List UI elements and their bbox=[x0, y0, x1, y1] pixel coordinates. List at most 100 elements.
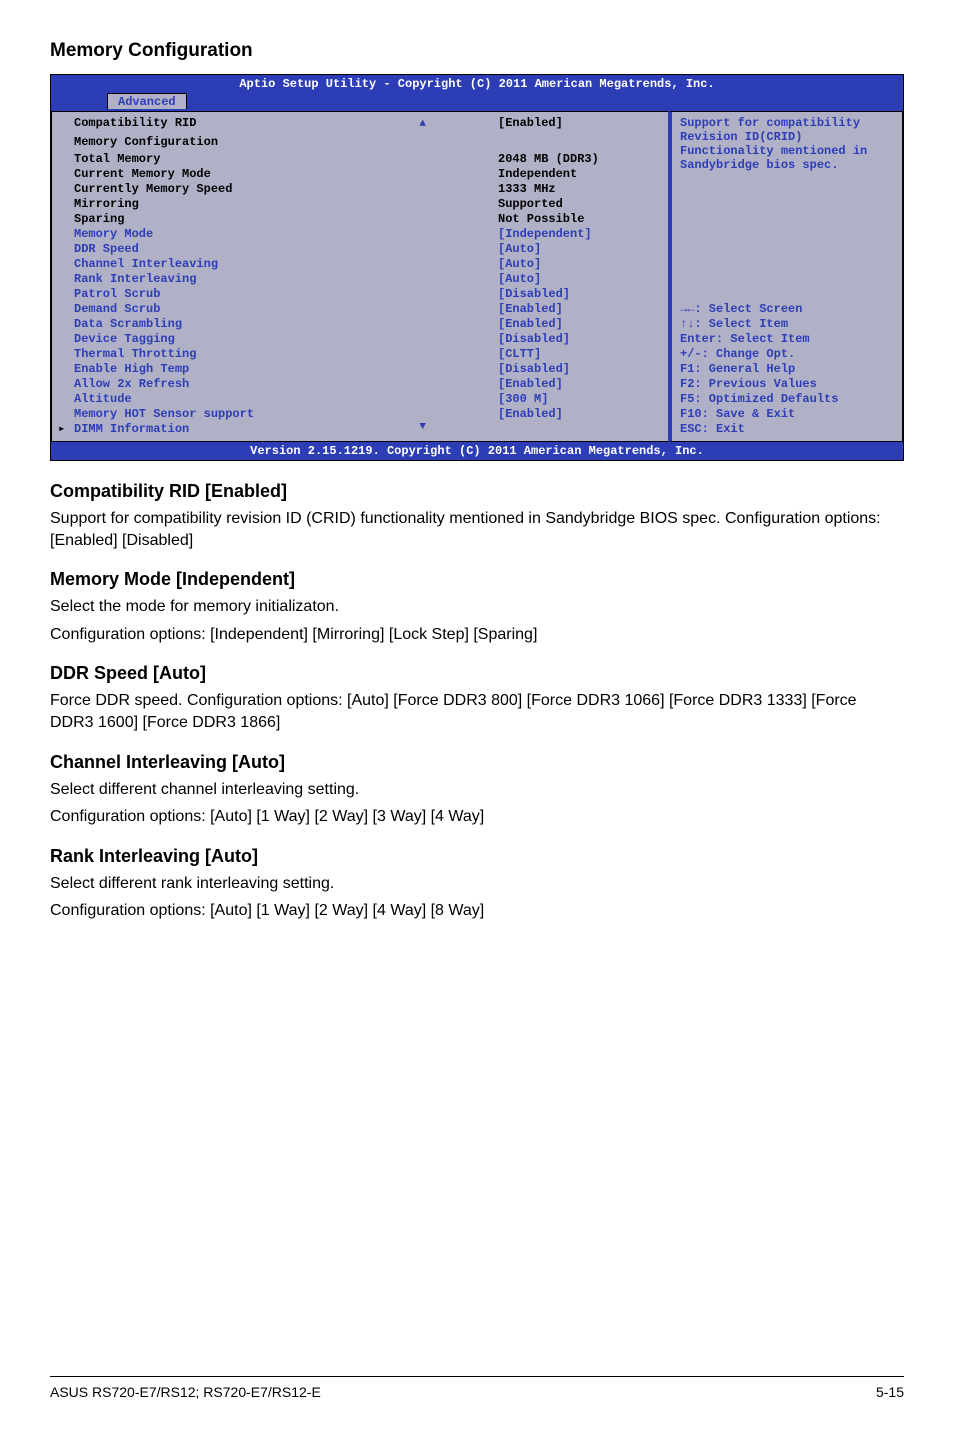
key-exit: ESC: Exit bbox=[680, 422, 894, 437]
bios-value: [CLTT] bbox=[498, 347, 658, 362]
bios-label: DIMM Information bbox=[74, 422, 498, 437]
bios-label: Compatibility RID bbox=[74, 116, 498, 131]
heading-ddr-speed: DDR Speed [Auto] bbox=[50, 663, 904, 684]
bios-value: [Enabled] bbox=[498, 377, 658, 392]
text-rank-b: Configuration options: [Auto] [1 Way] [2… bbox=[50, 900, 904, 922]
bios-keys: →←: Select Screen ↑↓: Select Item Enter:… bbox=[680, 302, 894, 437]
scroll-down-icon[interactable]: ▼ bbox=[419, 421, 426, 433]
bios-row-rank-interleaving[interactable]: Rank Interleaving[Auto] bbox=[74, 272, 658, 287]
bios-footer: Version 2.15.1219. Copyright (C) 2011 Am… bbox=[51, 442, 903, 460]
bios-row-dimm-information[interactable]: DIMM Information bbox=[74, 422, 658, 437]
text-channel-b: Configuration options: [Auto] [1 Way] [2… bbox=[50, 806, 904, 828]
bios-header: Aptio Setup Utility - Copyright (C) 2011… bbox=[51, 75, 903, 111]
bios-row-compatibility-rid: Compatibility RID[Enabled] bbox=[74, 116, 658, 131]
key-save: F10: Save & Exit bbox=[680, 407, 894, 422]
bios-row-currently-memory-speed: Currently Memory Speed1333 MHz bbox=[74, 182, 658, 197]
scroll-up-icon[interactable]: ▲ bbox=[419, 118, 426, 130]
page-heading: Memory Configuration bbox=[50, 40, 904, 62]
text-ddr-speed: Force DDR speed. Configuration options: … bbox=[50, 690, 904, 733]
bios-row-mirroring: MirroringSupported bbox=[74, 197, 658, 212]
footer-left: ASUS RS720-E7/RS12; RS720-E7/RS12-E bbox=[50, 1384, 321, 1400]
page-footer: ASUS RS720-E7/RS12; RS720-E7/RS12-E 5-15 bbox=[50, 1376, 904, 1400]
text-memory-mode-b: Configuration options: [Independent] [Mi… bbox=[50, 624, 904, 646]
bios-value: 2048 MB (DDR3) bbox=[498, 152, 658, 167]
bios-value: [Independent] bbox=[498, 227, 658, 242]
text-memory-mode-a: Select the mode for memory initializaton… bbox=[50, 596, 904, 618]
bios-row-device-tagging[interactable]: Device Tagging[Disabled] bbox=[74, 332, 658, 347]
bios-value: [Auto] bbox=[498, 242, 658, 257]
bios-label: Total Memory bbox=[74, 152, 498, 167]
bios-row-channel-interleaving[interactable]: Channel Interleaving[Auto] bbox=[74, 257, 658, 272]
bios-row-memory-configuration: Memory Configuration bbox=[74, 131, 658, 152]
heading-rank-interleaving: Rank Interleaving [Auto] bbox=[50, 846, 904, 867]
bios-value: [Enabled] bbox=[498, 116, 658, 131]
bios-label: Memory Configuration bbox=[74, 135, 498, 150]
bios-value: [Enabled] bbox=[498, 317, 658, 332]
heading-channel-interleaving: Channel Interleaving [Auto] bbox=[50, 752, 904, 773]
bios-help-pane: Support for compatibility Revision ID(CR… bbox=[668, 111, 903, 442]
bios-label: Rank Interleaving bbox=[74, 272, 498, 287]
bios-row-current-memory-mode: Current Memory ModeIndependent bbox=[74, 167, 658, 182]
bios-title: Aptio Setup Utility - Copyright (C) 2011… bbox=[239, 77, 714, 91]
bios-value: [Auto] bbox=[498, 272, 658, 287]
bios-label: Mirroring bbox=[74, 197, 498, 212]
bios-value: [Auto] bbox=[498, 257, 658, 272]
text-compat-rid: Support for compatibility revision ID (C… bbox=[50, 508, 904, 551]
bios-row-patrol-scrub[interactable]: Patrol Scrub[Disabled] bbox=[74, 287, 658, 302]
bios-row-memory-mode[interactable]: Memory Mode[Independent] bbox=[74, 227, 658, 242]
bios-label: Demand Scrub bbox=[74, 302, 498, 317]
bios-row-allow-2x-refresh[interactable]: Allow 2x Refresh[Enabled] bbox=[74, 377, 658, 392]
bios-label: Current Memory Mode bbox=[74, 167, 498, 182]
bios-row-enable-high-temp[interactable]: Enable High Temp[Disabled] bbox=[74, 362, 658, 377]
bios-value: [Disabled] bbox=[498, 287, 658, 302]
bios-label: Channel Interleaving bbox=[74, 257, 498, 272]
bios-value: [300 M] bbox=[498, 392, 658, 407]
bios-row-ddr-speed[interactable]: DDR Speed[Auto] bbox=[74, 242, 658, 257]
bios-row-total-memory: Total Memory2048 MB (DDR3) bbox=[74, 152, 658, 167]
bios-label: Sparing bbox=[74, 212, 498, 227]
bios-row-altitude[interactable]: Altitude[300 M] bbox=[74, 392, 658, 407]
bios-value: [Disabled] bbox=[498, 332, 658, 347]
bios-label: Altitude bbox=[74, 392, 498, 407]
bios-value: Independent bbox=[498, 167, 658, 182]
bios-label: Patrol Scrub bbox=[74, 287, 498, 302]
bios-label: Memory HOT Sensor support bbox=[74, 407, 498, 422]
bios-settings-pane: ▲ Compatibility RID[Enabled]Memory Confi… bbox=[51, 111, 668, 442]
bios-row-data-scrambling[interactable]: Data Scrambling[Enabled] bbox=[74, 317, 658, 332]
key-enter: Enter: Select Item bbox=[680, 332, 894, 347]
bios-value: Supported bbox=[498, 197, 658, 212]
bios-row-thermal-throtting[interactable]: Thermal Throtting[CLTT] bbox=[74, 347, 658, 362]
bios-label: Currently Memory Speed bbox=[74, 182, 498, 197]
key-change: +/-: Change Opt. bbox=[680, 347, 894, 362]
bios-body: ▲ Compatibility RID[Enabled]Memory Confi… bbox=[51, 111, 903, 442]
bios-value: Not Possible bbox=[498, 212, 658, 227]
footer-right: 5-15 bbox=[876, 1384, 904, 1400]
bios-value: [Enabled] bbox=[498, 407, 658, 422]
bios-help-text: Support for compatibility Revision ID(CR… bbox=[680, 116, 894, 302]
key-select-item: ↑↓: Select Item bbox=[680, 317, 894, 332]
bios-label: Memory Mode bbox=[74, 227, 498, 242]
bios-value: 1333 MHz bbox=[498, 182, 658, 197]
key-help: F1: General Help bbox=[680, 362, 894, 377]
bios-value bbox=[498, 131, 658, 152]
bios-row-sparing: SparingNot Possible bbox=[74, 212, 658, 227]
bios-label: Enable High Temp bbox=[74, 362, 498, 377]
key-defaults: F5: Optimized Defaults bbox=[680, 392, 894, 407]
bios-label: DDR Speed bbox=[74, 242, 498, 257]
key-select-screen: →←: Select Screen bbox=[680, 302, 894, 317]
bios-label: Thermal Throtting bbox=[74, 347, 498, 362]
text-channel-a: Select different channel interleaving se… bbox=[50, 779, 904, 801]
bios-row-demand-scrub[interactable]: Demand Scrub[Enabled] bbox=[74, 302, 658, 317]
bios-value: [Enabled] bbox=[498, 302, 658, 317]
bios-value: [Disabled] bbox=[498, 362, 658, 377]
bios-value bbox=[498, 422, 658, 437]
bios-label: Allow 2x Refresh bbox=[74, 377, 498, 392]
text-rank-a: Select different rank interleaving setti… bbox=[50, 873, 904, 895]
bios-tab-advanced[interactable]: Advanced bbox=[107, 93, 187, 109]
bios-label: Data Scrambling bbox=[74, 317, 498, 332]
heading-compat-rid: Compatibility RID [Enabled] bbox=[50, 481, 904, 502]
bios-label: Device Tagging bbox=[74, 332, 498, 347]
heading-memory-mode: Memory Mode [Independent] bbox=[50, 569, 904, 590]
bios-row-memory-hot-sensor-support[interactable]: Memory HOT Sensor support[Enabled] bbox=[74, 407, 658, 422]
key-previous: F2: Previous Values bbox=[680, 377, 894, 392]
